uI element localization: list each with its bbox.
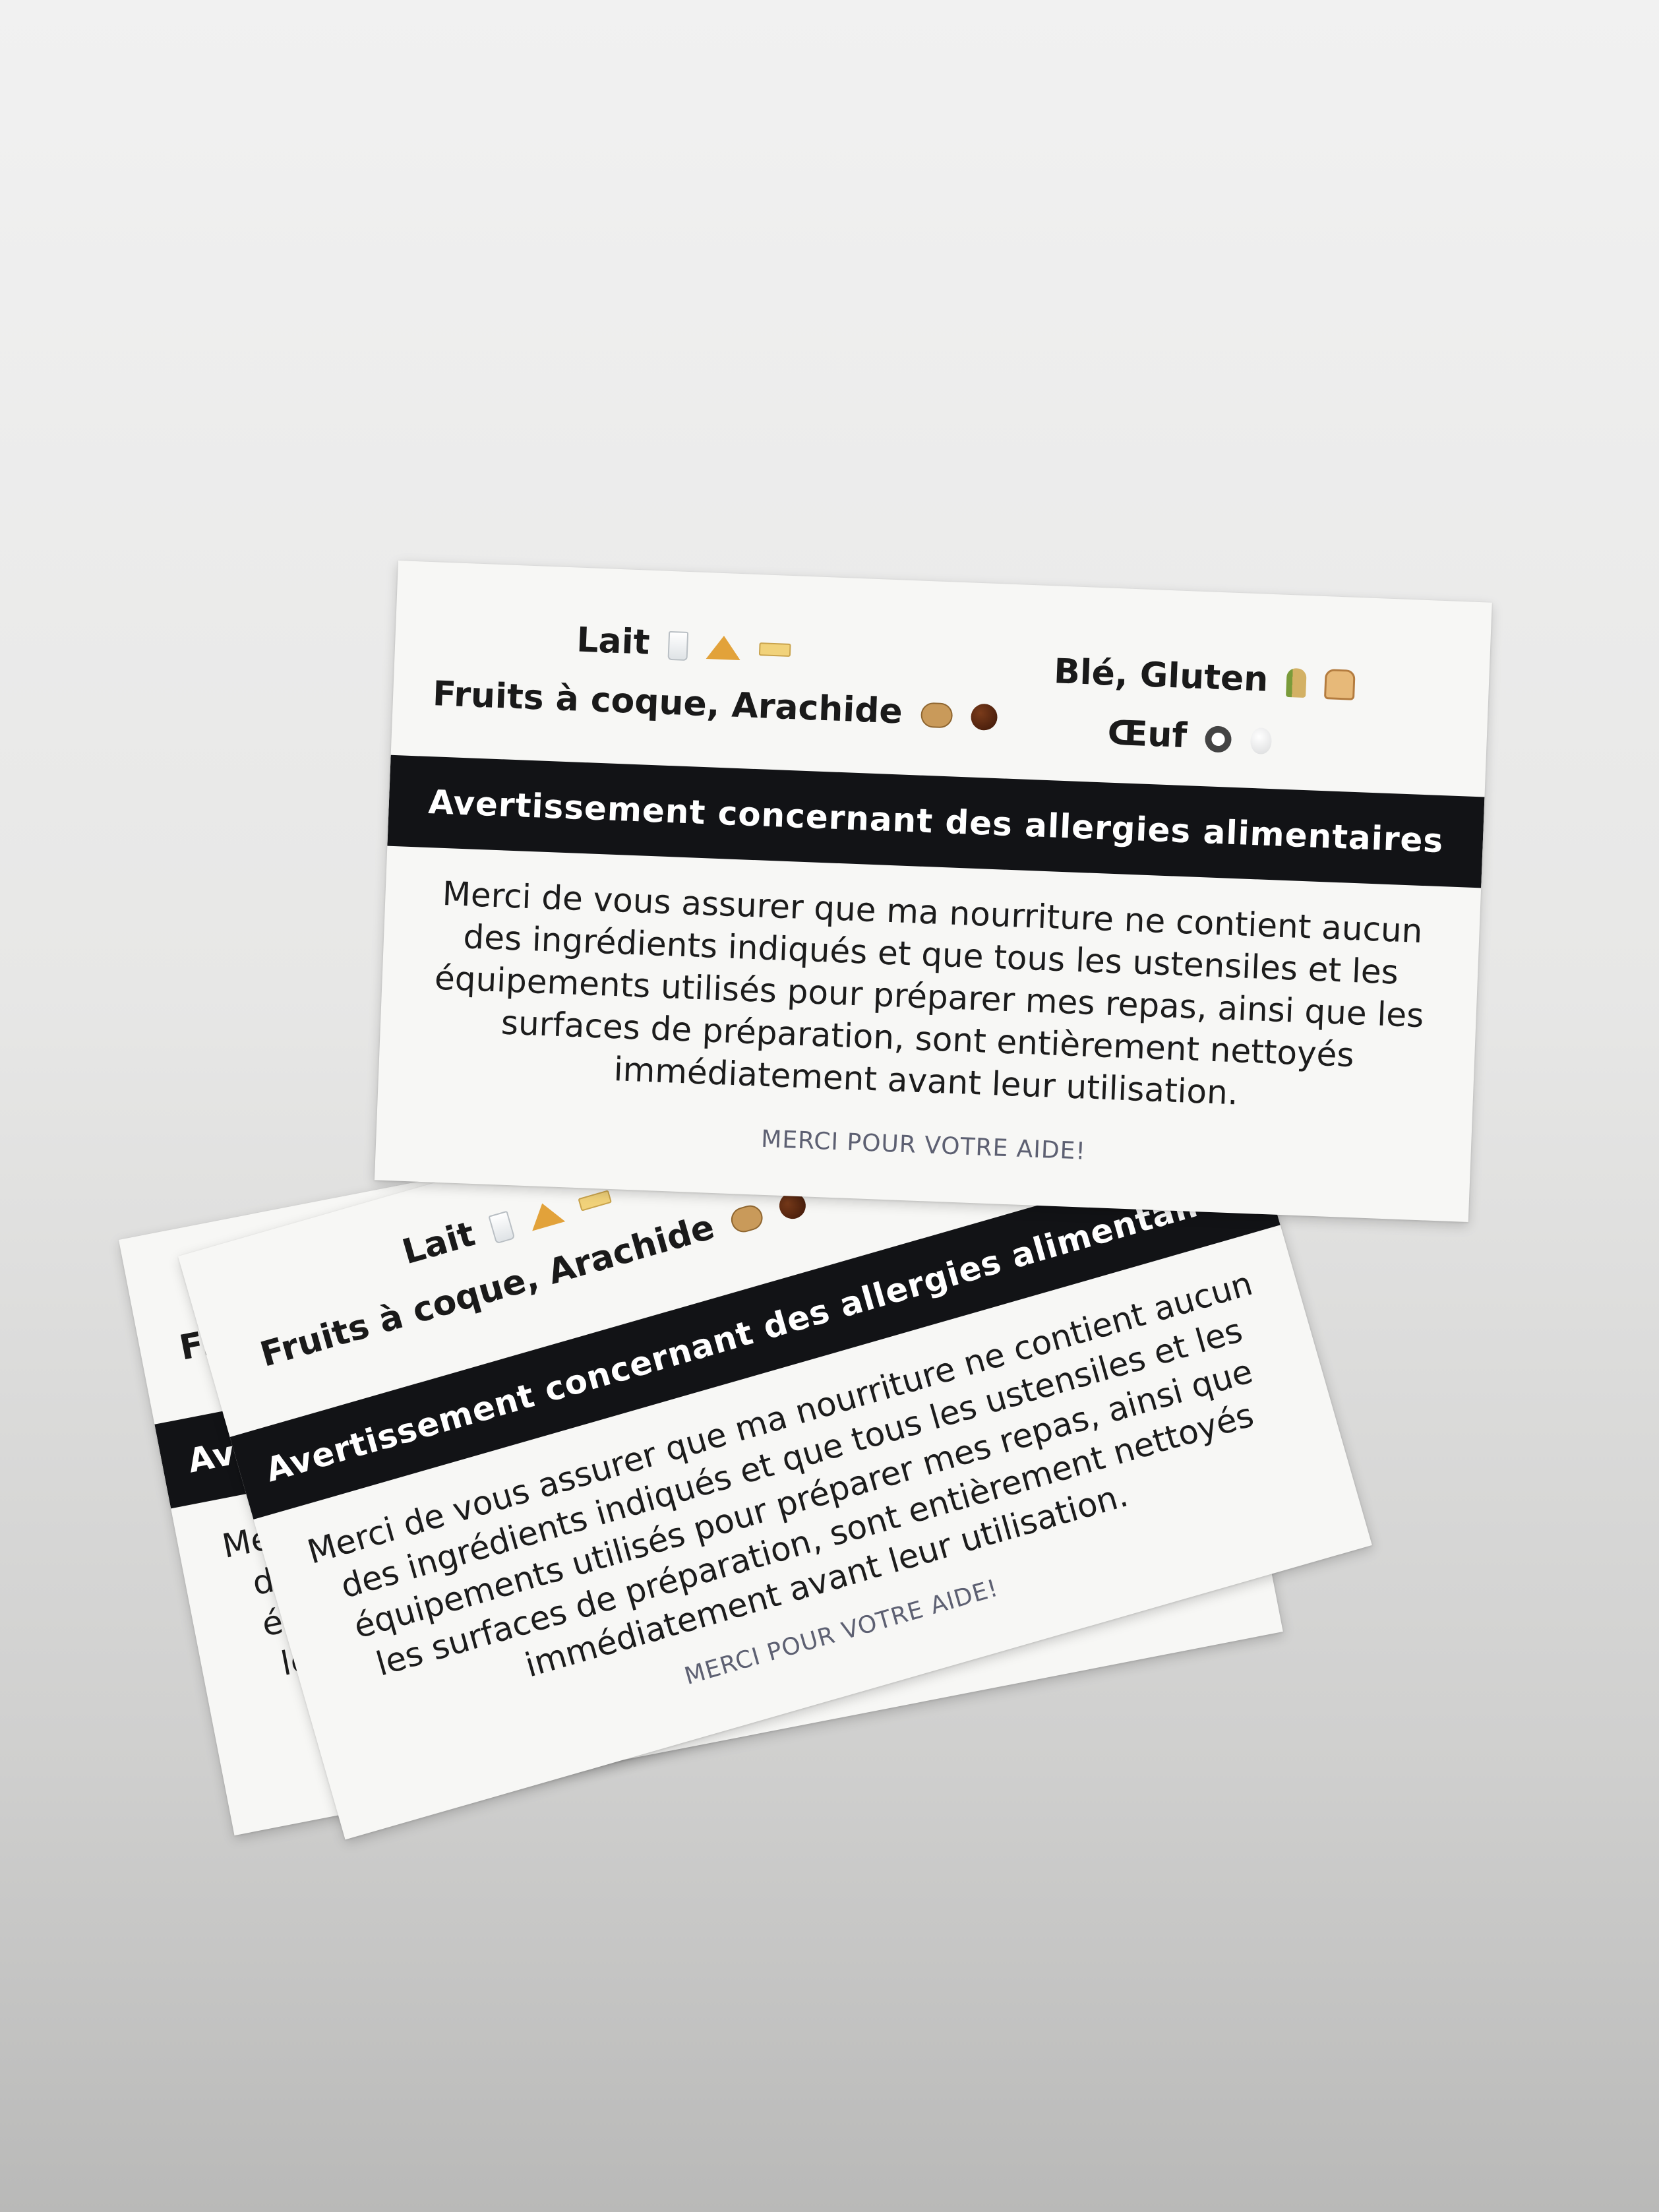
butter-icon [578, 1190, 613, 1212]
butter-icon [759, 642, 791, 657]
allergen-milk: Lait [576, 620, 791, 667]
peanut-icon [920, 702, 953, 729]
allergen-wheat: Blé, Gluten [1053, 652, 1356, 703]
warning-message: Merci de vous assurer que ma nourriture … [434, 874, 1425, 1113]
milk-glass-icon [488, 1210, 516, 1244]
wheat-icon [1286, 667, 1308, 698]
allergen-nuts: Fruits à coque, Arachide [432, 674, 998, 735]
allergen-list: Lait Fruits à coque, Arachide Blé, Glute… [391, 561, 1492, 791]
warning-title: Avertissement concernant des allergies a… [427, 783, 1445, 861]
allergen-egg: Œuf [1107, 714, 1273, 759]
egg-icon [1250, 727, 1272, 755]
bread-icon [1324, 669, 1356, 700]
thanks-text: MERCI POUR VOTRE AIDE! [760, 1125, 1087, 1165]
fried-egg-icon [1205, 725, 1232, 753]
cheese-icon [526, 1198, 566, 1231]
allergy-card-front: Lait Fruits à coque, Arachide Blé, Glute… [374, 561, 1492, 1223]
peanut-icon [728, 1202, 766, 1235]
hazelnut-icon [970, 703, 998, 731]
milk-glass-icon [667, 630, 689, 661]
cheese-icon [706, 635, 742, 661]
